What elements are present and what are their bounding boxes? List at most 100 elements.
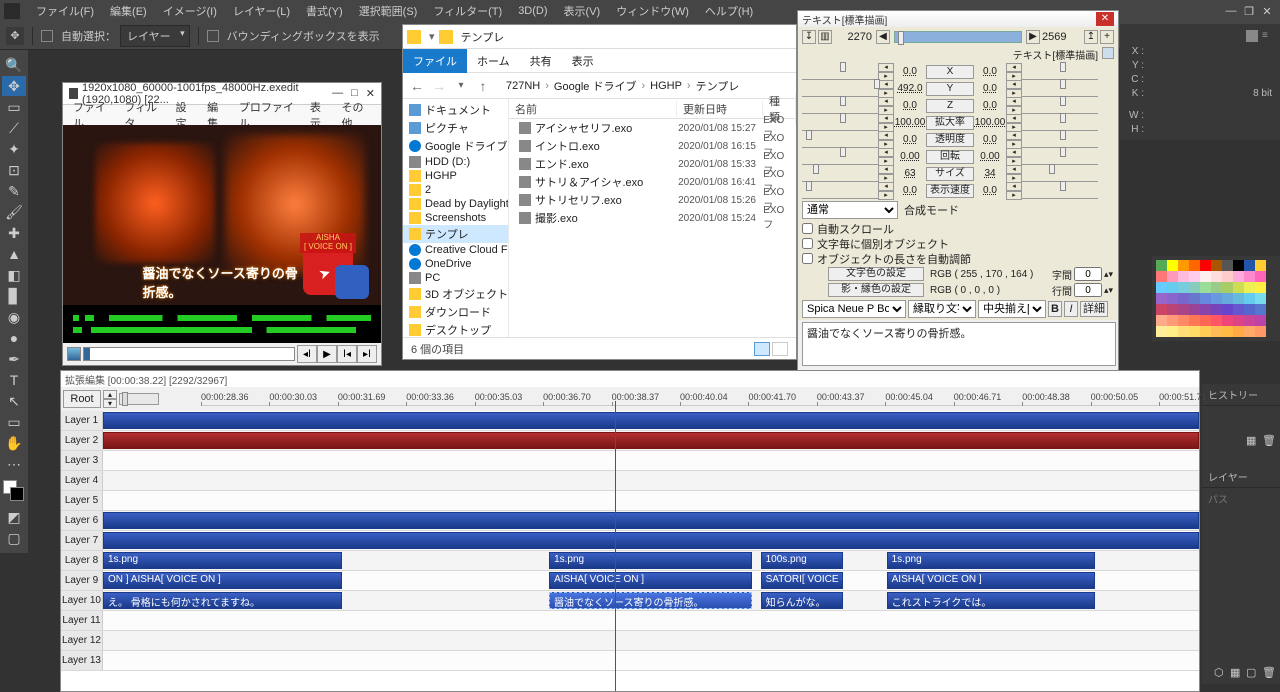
- explorer-dropdown-icon[interactable]: ▾: [429, 30, 435, 43]
- swatch[interactable]: [1244, 293, 1255, 304]
- layer-fx-icon[interactable]: ▦: [1230, 666, 1242, 678]
- crumb-2[interactable]: HGHP: [647, 80, 685, 92]
- prop-slider-right[interactable]: [1022, 185, 1098, 199]
- swatch[interactable]: [1255, 271, 1266, 282]
- swatch[interactable]: [1178, 260, 1189, 271]
- layer-track[interactable]: [103, 511, 1199, 530]
- file-row[interactable]: サトリセリフ.exo2020/01/08 15:26EXO フ: [509, 191, 796, 209]
- tree-node[interactable]: ピクチャ: [403, 119, 508, 137]
- explorer-filelist[interactable]: 名前 更新日時 種類 アイシャセリフ.exo2020/01/08 15:27EX…: [509, 99, 796, 337]
- swatch[interactable]: [1200, 315, 1211, 326]
- tree-node[interactable]: ドキュメント: [403, 101, 508, 119]
- layer-track[interactable]: [103, 471, 1199, 490]
- layer-track[interactable]: [103, 651, 1199, 670]
- tool-wand[interactable]: ✦: [2, 139, 26, 159]
- swatch[interactable]: [1167, 326, 1178, 337]
- layer-name[interactable]: Layer 3: [61, 451, 103, 470]
- prop-slider-left[interactable]: [802, 83, 878, 97]
- tool-heal[interactable]: ✚: [2, 223, 26, 243]
- layer-name[interactable]: Layer 2: [61, 431, 103, 450]
- close-icon[interactable]: ✕: [1258, 5, 1276, 18]
- prop-val-left[interactable]: 63: [894, 168, 926, 179]
- quickmask-icon[interactable]: ◩: [2, 507, 26, 527]
- swatch[interactable]: [1211, 282, 1222, 293]
- timeline-clip[interactable]: AISHA[ VOICE ON ]: [549, 572, 752, 589]
- tree-node[interactable]: OneDrive: [403, 257, 508, 271]
- swatch[interactable]: [1189, 304, 1200, 315]
- tool-dodge[interactable]: ●: [2, 328, 26, 348]
- swatch[interactable]: [1211, 260, 1222, 271]
- prop-name-button[interactable]: Y: [926, 82, 974, 96]
- swatch[interactable]: [1156, 260, 1167, 271]
- charspace-input[interactable]: [1074, 267, 1102, 281]
- layer-track[interactable]: [103, 631, 1199, 650]
- tree-node[interactable]: ダウンロード: [403, 303, 508, 321]
- prop-spin-left[interactable]: ◂▸: [878, 148, 894, 166]
- autoscroll-checkbox[interactable]: [802, 223, 813, 234]
- shadowcolor-button[interactable]: 影・縁色の設定: [828, 283, 924, 297]
- swatch[interactable]: [1178, 315, 1189, 326]
- preview-video[interactable]: AISHA[ VOICE ON ] ➤ 醤油でなくソース寄りの骨折感。: [63, 125, 381, 305]
- tool-zoom[interactable]: 🔍: [2, 55, 26, 75]
- prop-name-button[interactable]: X: [926, 65, 974, 79]
- tree-node[interactable]: Creative Cloud File: [403, 243, 508, 257]
- frame-mark2-icon[interactable]: ▥: [818, 30, 832, 44]
- tree-node[interactable]: HGHP: [403, 169, 508, 183]
- auto-select-target[interactable]: レイヤー: [120, 25, 190, 47]
- preview-pos-icon[interactable]: [67, 347, 81, 361]
- swatch[interactable]: [1167, 282, 1178, 293]
- tool-path[interactable]: ↖: [2, 391, 26, 411]
- textpanel-titlebar[interactable]: テキスト[標準描画] ✕: [798, 11, 1118, 27]
- perchar-checkbox[interactable]: [802, 238, 813, 249]
- layer-name[interactable]: Layer 11: [61, 611, 103, 630]
- frame-mark3-icon[interactable]: ↥: [1084, 30, 1098, 44]
- preview-step-back[interactable]: ◂Ⅰ: [297, 345, 317, 363]
- swatch[interactable]: [1233, 326, 1244, 337]
- swatch[interactable]: [1255, 260, 1266, 271]
- screenmode-icon[interactable]: ▢: [2, 528, 26, 548]
- frame-next-icon[interactable]: ▶: [1026, 30, 1040, 44]
- tree-node[interactable]: PC: [403, 271, 508, 285]
- crumb-0[interactable]: 727NH: [503, 80, 543, 92]
- preview-go-start[interactable]: Ⅰ◂: [337, 345, 357, 363]
- blend-mode-select[interactable]: 通常: [802, 201, 898, 219]
- prop-slider-left[interactable]: [802, 168, 878, 182]
- swatch[interactable]: [1200, 260, 1211, 271]
- filelist-header[interactable]: 名前 更新日時 種類: [509, 99, 796, 119]
- layer-name[interactable]: Layer 10: [61, 591, 103, 610]
- layer-name[interactable]: Layer 13: [61, 651, 103, 670]
- timeline-clip[interactable]: これストライクでは。: [887, 592, 1095, 609]
- timeline-clip[interactable]: 1s.png: [103, 552, 342, 569]
- prop-val-right[interactable]: 0.0: [974, 66, 1006, 77]
- timeline-clip[interactable]: え。 骨格にも何かされてますね。: [103, 592, 342, 609]
- minimize-icon[interactable]: —: [1222, 5, 1240, 18]
- prop-slider-right[interactable]: [1022, 134, 1098, 148]
- menu-edit[interactable]: 編集(E): [102, 3, 155, 19]
- prop-spin-left[interactable]: ◂▸: [878, 182, 894, 200]
- swatch[interactable]: [1255, 282, 1266, 293]
- timeline-ruler[interactable]: 00:00:28.3600:00:30.0300:00:31.6900:00:3…: [201, 392, 1199, 406]
- prop-name-button[interactable]: 表示速度: [926, 184, 974, 198]
- timeline-clip[interactable]: [103, 532, 1199, 549]
- prop-spin-left[interactable]: ◂▸: [878, 97, 894, 115]
- tool-marquee[interactable]: ▭: [2, 97, 26, 117]
- menu-select[interactable]: 選択範囲(S): [351, 3, 426, 19]
- swatch[interactable]: [1244, 271, 1255, 282]
- crumb-1[interactable]: Google ドライブ: [551, 78, 640, 94]
- timeline-clip[interactable]: 知らんがな。: [761, 592, 843, 609]
- swatch[interactable]: [1244, 326, 1255, 337]
- menu-help[interactable]: ヘルプ(H): [697, 3, 761, 19]
- textpanel-close-icon[interactable]: ✕: [1096, 12, 1114, 26]
- swatch[interactable]: [1189, 271, 1200, 282]
- swatch[interactable]: [1200, 282, 1211, 293]
- prop-slider-right[interactable]: [1022, 151, 1098, 165]
- prop-val-right[interactable]: 0.00: [974, 151, 1006, 162]
- swatch[interactable]: [1156, 282, 1167, 293]
- menu-filter[interactable]: フィルター(T): [425, 3, 510, 19]
- text-content-input[interactable]: 醤油でなくソース寄りの骨折感。: [802, 322, 1116, 366]
- panel-menu-icon[interactable]: ≡: [1262, 30, 1274, 42]
- swatch[interactable]: [1178, 304, 1189, 315]
- file-row[interactable]: イントロ.exo2020/01/08 16:15EXO フ: [509, 137, 796, 155]
- swatch[interactable]: [1200, 293, 1211, 304]
- tool-hand[interactable]: ✋: [2, 433, 26, 453]
